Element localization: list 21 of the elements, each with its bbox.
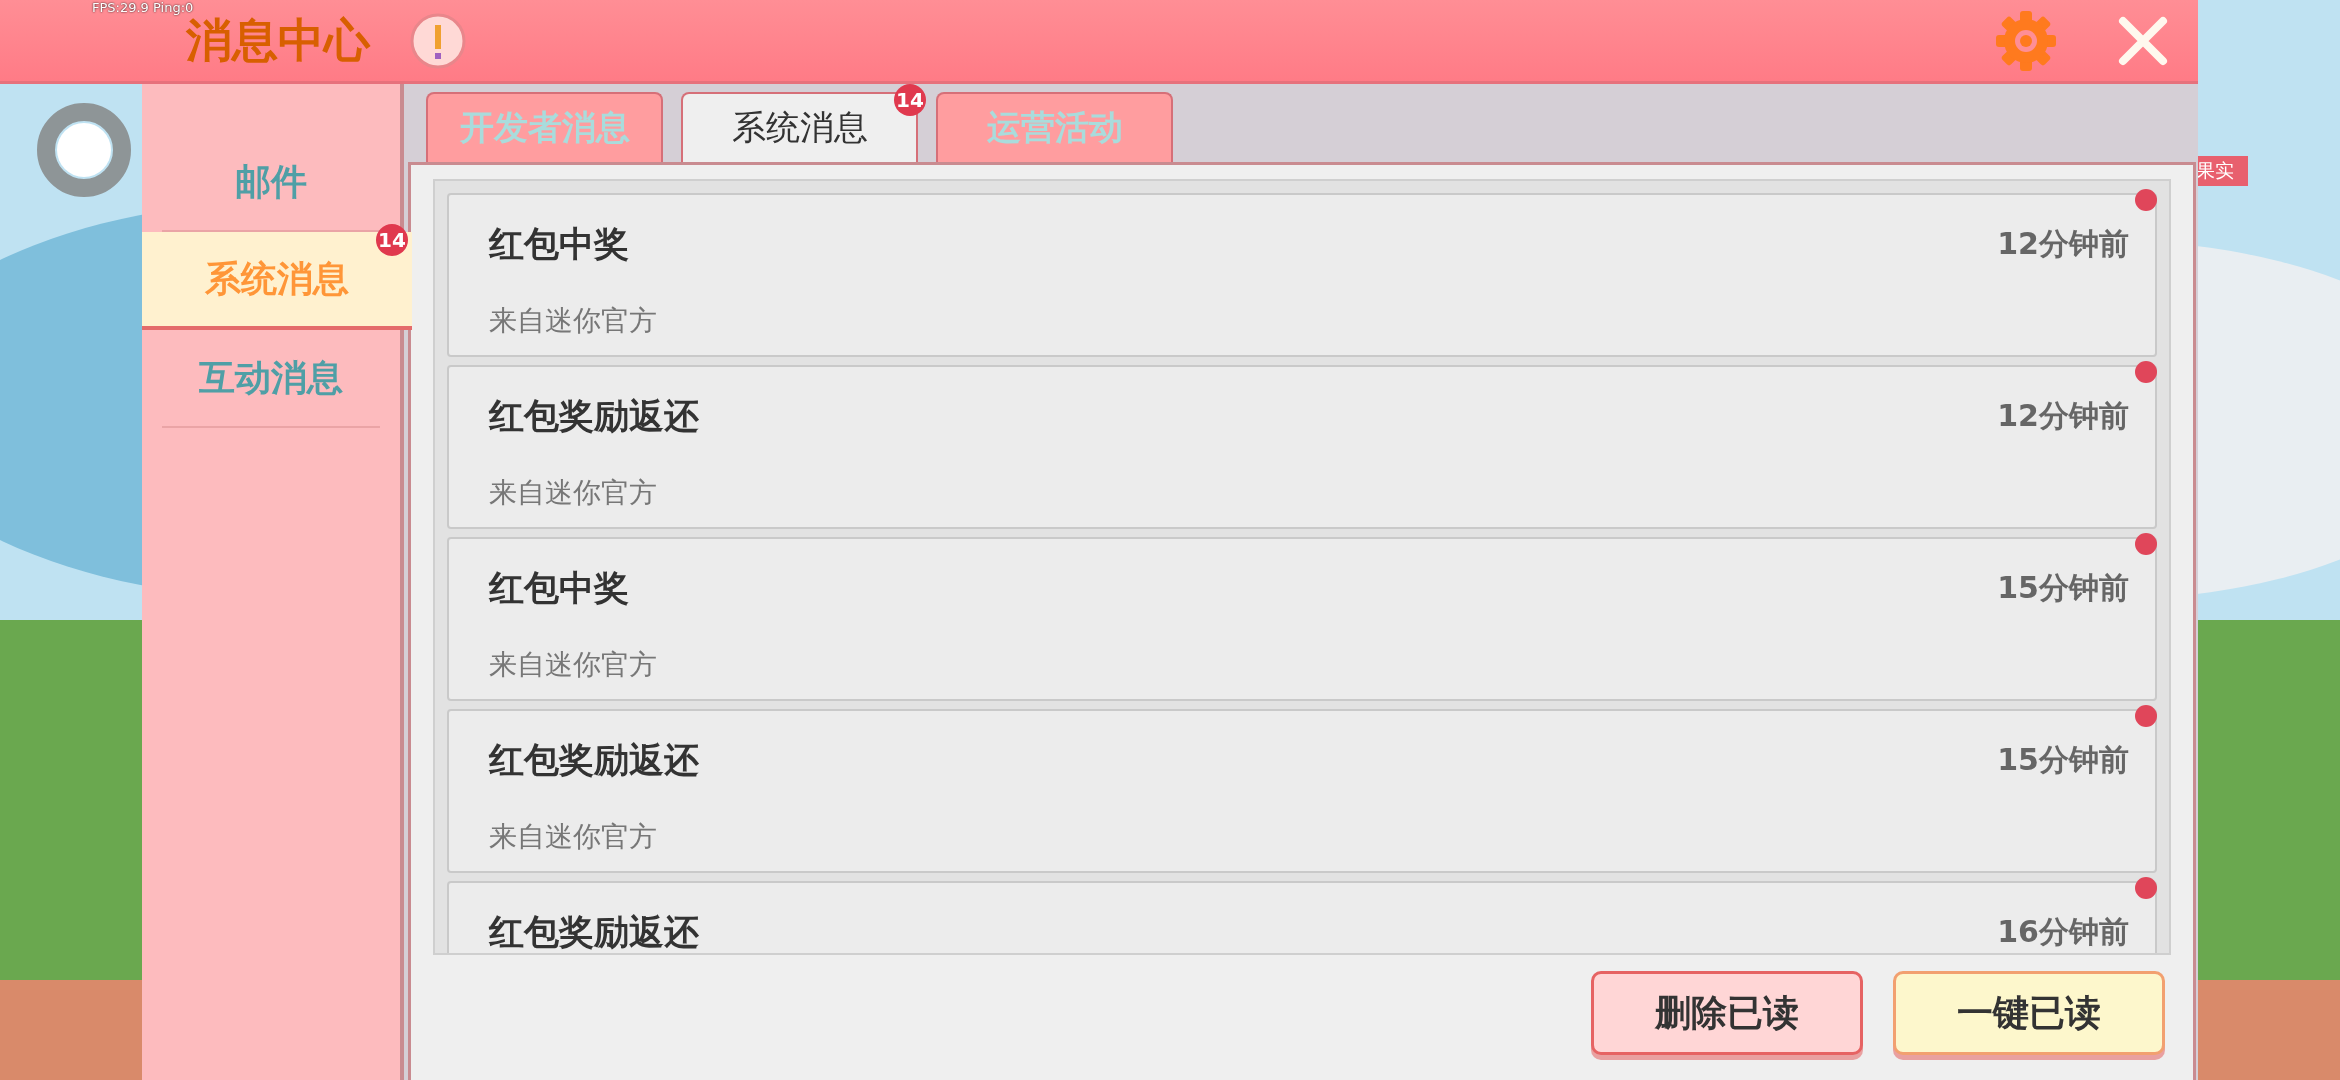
message-title: 红包中奖 (489, 567, 629, 610)
message-time: 12分钟前 (1997, 397, 2129, 435)
message-time: 15分钟前 (1997, 569, 2129, 607)
message-source: 来自迷你官方 (489, 303, 658, 339)
window-title: 消息中心 (186, 12, 370, 69)
close-icon[interactable] (2118, 15, 2168, 66)
message-title: 红包中奖 (489, 223, 629, 266)
message-title: 红包奖励返还 (489, 739, 699, 782)
joystick-icon[interactable] (36, 102, 132, 198)
exclamation-icon[interactable] (410, 12, 466, 69)
message-source: 来自迷你官方 (489, 819, 658, 855)
message-source: 来自迷你官方 (489, 475, 658, 511)
count-badge: 14 (894, 84, 926, 116)
settings-icon[interactable] (1994, 8, 2058, 73)
message-title: 红包奖励返还 (489, 395, 699, 438)
message-time: 16分钟前 (1997, 913, 2129, 951)
message-time: 15分钟前 (1997, 741, 2129, 779)
message-title: 红包奖励返还 (489, 911, 699, 953)
fps-text: FPS:29.9 Ping:0 (92, 0, 194, 15)
message-time: 12分钟前 (1997, 225, 2129, 263)
message-source: 来自迷你官方 (489, 647, 658, 683)
